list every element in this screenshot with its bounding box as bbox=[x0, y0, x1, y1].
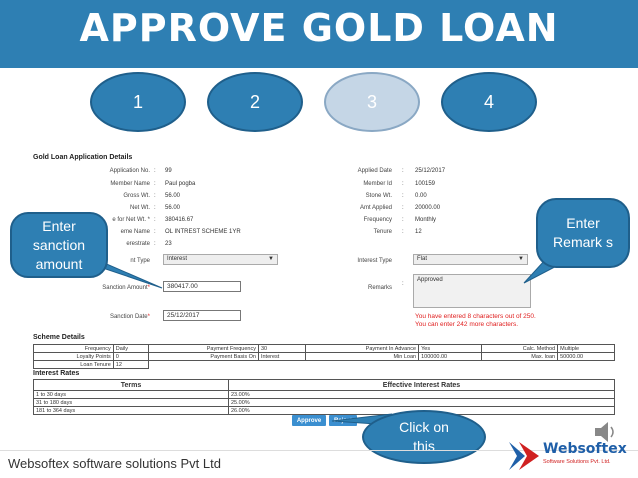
callout-click: Click on this bbox=[362, 410, 486, 464]
speaker-icon[interactable] bbox=[593, 420, 619, 444]
callout-remarks: Enter Remark s bbox=[536, 198, 630, 268]
callout-remarks-text: Enter Remark s bbox=[553, 215, 613, 250]
footer-company: Websoftex software solutions Pvt Ltd bbox=[8, 456, 221, 471]
logo-mark-icon bbox=[509, 442, 539, 470]
callout-sanction-text: Enter sanction amount bbox=[32, 217, 86, 272]
callout-sanction-amount: Enter sanction amount bbox=[10, 212, 108, 278]
logo-subtitle: Software Solutions Pvt. Ltd. bbox=[543, 459, 611, 465]
